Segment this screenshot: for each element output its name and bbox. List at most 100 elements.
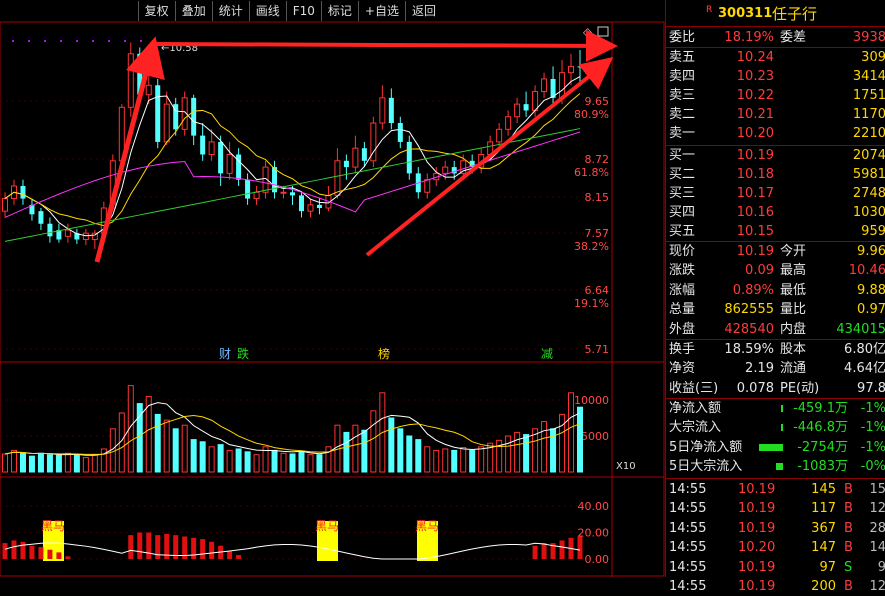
event-marker[interactable]: 榜 (378, 346, 390, 361)
kline-chart-area[interactable]: 9.65 80.9% 8.72 61.8% 8.15 7.57 38.2% 6.64 19.1%… (0, 0, 665, 577)
volume-bar (46, 454, 53, 473)
tick-volume: 200 (811, 579, 836, 594)
ind-bar (541, 543, 547, 559)
bid-volume: 2748 (852, 186, 885, 201)
ask-row: 卖一 10.20 2210 (666, 124, 885, 143)
pct-tick-label: 80.9% (574, 108, 609, 121)
volume-bar (10, 449, 17, 473)
tick-count: 14 (869, 540, 885, 556)
volume-bar (352, 424, 359, 473)
ask-label: 卖三 (669, 88, 696, 103)
tick-count: 12 (869, 579, 885, 594)
volume-bar (559, 413, 566, 473)
volume-bar (370, 410, 377, 473)
flow-bar (776, 463, 783, 471)
tick-side: B (844, 579, 853, 594)
window-icon[interactable] (597, 26, 609, 37)
stat-value: 428540 (724, 321, 774, 337)
fund-value: 4.64亿 (844, 361, 885, 377)
stat-row: 外盘 428540 内盘 434015 (666, 320, 885, 339)
volume-bar (289, 453, 296, 473)
tick-volume: 147 (811, 540, 836, 556)
volume-bar (235, 448, 242, 473)
stat-value: 0.89% (732, 282, 774, 298)
pct-tick-label: 19.1% (574, 297, 609, 310)
stat-label: 内盘 (780, 321, 807, 337)
ask-price: 10.24 (736, 50, 774, 65)
tick-time: 14:55 (669, 540, 707, 556)
quote-panel: R 300311 任子行 委比 18.19% 委差 3938 卖五 10.24 30… (665, 0, 885, 594)
vol-ma5-line (4, 402, 581, 456)
fund-label: 收益(三) (669, 380, 719, 396)
ind-bar (559, 540, 565, 559)
volume-bar (28, 455, 35, 473)
candle-body-up (280, 191, 287, 194)
toolbar-btn-1[interactable]: 叠加 (174, 1, 212, 21)
ask-price: 10.22 (736, 88, 774, 103)
candle-body-up (532, 91, 539, 111)
candle-body-down (236, 154, 242, 180)
stat-value: 10.46 (848, 263, 885, 279)
tick-row: 14:55 10.19 117 B 12 (666, 499, 885, 518)
candle-body-down (38, 211, 44, 224)
flow-value: -446.8万 (793, 420, 848, 436)
volume-bar (199, 441, 206, 473)
flow-row: 净流入额 -459.1万 -1% (666, 399, 885, 418)
volume-bar (190, 439, 197, 473)
toolbar-btn-2[interactable]: 统计 (211, 1, 249, 21)
candle-body-up (559, 72, 566, 99)
top-dot (12, 40, 14, 42)
toolbar-btn-0[interactable]: 复权 (137, 1, 175, 21)
kline-chart-svg[interactable]: 9.6580.9% 8.7261.8% 8.15 7.5738.2% 6.6419.1%… (0, 0, 665, 577)
event-marker[interactable]: 减 (541, 347, 553, 361)
toolbar-btn-3[interactable]: 画线 (248, 1, 286, 21)
candle-body-up (307, 204, 314, 212)
top-dot (28, 40, 30, 42)
ind-bar (56, 552, 62, 559)
bid-label: 买三 (669, 186, 696, 201)
ask-volume: 3414 (852, 69, 885, 84)
stat-label: 最低 (780, 282, 807, 298)
fund-value: 97.8 (857, 380, 885, 396)
volume-bar (514, 431, 521, 473)
ind-bar (128, 535, 134, 559)
candle-body-down (47, 223, 53, 237)
volume-bar (172, 428, 179, 473)
diamond-icon[interactable]: ◇ (583, 25, 593, 39)
bid-price: 10.15 (736, 224, 774, 239)
candle-body-up (352, 147, 359, 168)
ask-label: 卖四 (669, 69, 696, 84)
event-marker[interactable]: 跌 (237, 346, 249, 361)
toolbar-btn-5[interactable]: 标记 (320, 1, 358, 21)
fund-value: 2.19 (745, 361, 774, 377)
volume-bar (226, 449, 233, 473)
tick-side: B (844, 501, 853, 517)
fund-row: 换手 18.59% 股本 6.80亿 (666, 340, 885, 359)
candle-body-down (577, 66, 583, 68)
event-marker[interactable]: 财 (219, 347, 231, 361)
ind-tick-label: 40.00 (578, 500, 610, 513)
ask-row: 卖四 10.23 3414 (666, 67, 885, 86)
bid-volume: 1030 (852, 205, 885, 220)
volume-bar (91, 454, 98, 473)
stat-value: 9.88 (857, 282, 885, 298)
volume-bar (163, 419, 170, 473)
tick-side: B (844, 520, 853, 536)
trend-arrow-up (94, 36, 165, 263)
toolbar-btn-7[interactable]: 返回 (404, 1, 442, 21)
volume-bar (325, 446, 332, 473)
toolbar-btn-4[interactable]: F10 (285, 1, 321, 21)
tick-time: 14:55 (669, 579, 707, 594)
weibi-row: 委比 18.19% 委差 3938 (666, 28, 885, 47)
stat-label: 涨跌 (669, 263, 696, 279)
pct-tick-label: 61.8% (574, 166, 609, 179)
fund-label: 股本 (780, 342, 807, 357)
price-tick-label: 8.15 (585, 191, 610, 204)
candle-body-down (388, 97, 394, 124)
toolbar-btn-6[interactable]: +自选 (357, 1, 405, 21)
trend-arrow-flat (154, 29, 618, 62)
flow-pct: -0% (860, 459, 885, 475)
ask-price: 10.21 (736, 107, 774, 122)
tick-volume: 117 (811, 501, 836, 517)
ask-label: 卖一 (669, 126, 696, 141)
